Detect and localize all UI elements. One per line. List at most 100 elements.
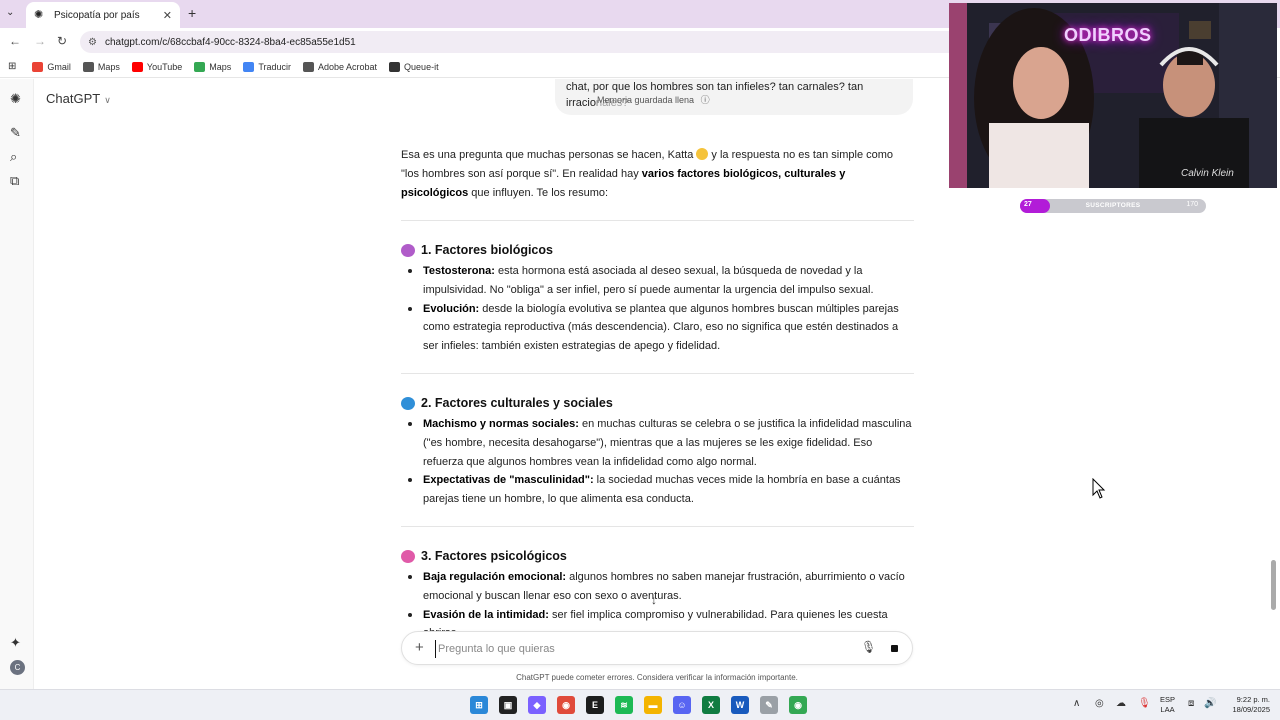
scroll-down-arrow-icon[interactable]: ↓ [651, 593, 657, 607]
divider [401, 526, 914, 527]
apps-grid-icon[interactable]: ⊞ [8, 61, 16, 72]
search-icon[interactable]: ⌕ [10, 149, 17, 165]
volume-icon[interactable]: 🔊 [1204, 698, 1216, 709]
tab-search-chevron-icon[interactable]: ⌄ [6, 7, 14, 18]
youtube-icon [131, 61, 143, 72]
info-icon[interactable]: ⓘ [701, 95, 710, 105]
section-heading: 2. Factores culturales y sociales [401, 394, 613, 413]
translate-icon [243, 61, 255, 72]
tab-title: Psicopatía por país [54, 9, 140, 21]
dna-emoji-icon [401, 243, 415, 257]
shirt-text: Calvin Klein [1181, 168, 1234, 179]
bookmark-item[interactable]: Gmail [32, 61, 71, 72]
list-item: Evolución: desde la biología evolutiva s… [401, 300, 914, 356]
reload-icon[interactable]: ↻ [57, 34, 67, 48]
gmail-icon [32, 61, 44, 72]
intro-paragraph: Esa es una pregunta que muchas personas … [401, 146, 914, 202]
chrome-icon[interactable]: ◉ [557, 696, 575, 714]
bookmark-item[interactable]: YouTube [131, 61, 182, 72]
list-item-term: Machismo y normas sociales: [423, 418, 579, 430]
terminal-icon[interactable]: ▣ [499, 696, 517, 714]
memory-notice[interactable]: Memoria guardada llena ⓘ [597, 93, 710, 106]
bookmark-label: Maps [97, 61, 120, 72]
bookmark-item[interactable]: Maps [194, 61, 231, 72]
add-attachment-icon[interactable]: + [415, 639, 424, 656]
chevron-down-icon: ∨ [104, 95, 111, 105]
list-item-term: Evasión de la intimidad: [423, 608, 549, 621]
bookmark-label: Gmail [47, 61, 71, 72]
page-scrollbar[interactable] [1271, 560, 1276, 610]
queue-icon [389, 61, 401, 72]
windows-taskbar: ⊞ ▣ ◆ ◉ E ≋ ▬ ☺ X W ✎ ◉ ∧ ◎ ☁ 🎙 ESP LAA ⧈ 🔊 9:22 p.… [0, 689, 1280, 720]
microphone-icon[interactable]: 🎙 [861, 640, 876, 654]
language-indicator[interactable]: ESP LAA [1160, 695, 1175, 715]
back-arrow-icon[interactable]: ← [9, 34, 21, 48]
bookmark-item[interactable]: Adobe Acrobat [303, 61, 377, 72]
new-chat-icon[interactable]: ✎ [10, 125, 21, 141]
list-item: Testosterona: esta hormona está asociada… [401, 262, 914, 300]
prompt-input[interactable] [435, 640, 855, 658]
disclaimer-text: ChatGPT puede cometer errores. Considera… [516, 673, 798, 682]
webcam-overlay: ODIBROS Calvin Klein [949, 3, 1277, 188]
avatar[interactable]: C [10, 660, 25, 675]
url-text: chatgpt.com/c/68ccbaf4-90cc-8324-8ba4-ec… [104, 36, 356, 48]
intro-text-start: Esa es una pregunta que muchas personas … [401, 149, 694, 161]
grinning-emoji-icon [696, 148, 709, 160]
openai-logo-icon[interactable]: ✺ [10, 91, 21, 107]
bookmark-item[interactable]: Maps [82, 61, 120, 72]
bullet-list: Machismo y normas sociales: en muchas cu… [401, 415, 914, 509]
network-icon[interactable]: ⧈ [1188, 698, 1194, 709]
memory-notice-text: Memoria guardada llena [597, 95, 695, 105]
microphone-tray-icon[interactable]: 🎙 [1138, 698, 1151, 709]
list-item-text: desde la biología evolutiva se plantea q… [423, 302, 899, 353]
list-item: Evasión de la intimidad: ser fiel implic… [401, 606, 914, 632]
section-title: 3. Factores psicológicos [421, 549, 567, 563]
file-explorer-icon[interactable]: ▬ [644, 696, 662, 714]
divider [401, 220, 914, 221]
list-item: Expectativas de "masculinidad": la socie… [401, 471, 914, 509]
browser-tab[interactable]: ✺ Psicopatía por país ✕ [26, 2, 180, 28]
tray-overflow-chevron-icon[interactable]: ∧ [1073, 698, 1080, 709]
chrome-profile-icon[interactable]: ◉ [789, 696, 807, 714]
new-tab-button[interactable]: + [188, 5, 196, 21]
tab-close-icon[interactable]: ✕ [163, 9, 172, 22]
address-bar[interactable]: ⚙ chatgpt.com/c/68ccbaf4-90cc-8324-8ba4-… [80, 31, 960, 53]
word-icon[interactable]: W [731, 696, 749, 714]
subscriber-label: SUSCRIPTORES [1085, 202, 1141, 209]
list-item-term: Testosterona: [423, 265, 495, 277]
sparkle-icon[interactable]: ✦ [10, 635, 21, 651]
bookmark-item[interactable]: Queue-it [389, 61, 439, 72]
forward-arrow-icon[interactable]: → [34, 34, 46, 48]
list-item-term: Baja regulación emocional: [423, 571, 567, 583]
tray-app-icon[interactable]: ◎ [1095, 698, 1104, 709]
subscriber-goal-bar: 27 SUSCRIPTORES 170 [1020, 199, 1206, 213]
bookmark-label: Queue-it [404, 61, 439, 72]
site-info-icon[interactable]: ⚙ [88, 37, 97, 48]
chatgpt-sidebar: ✺ ✎ ⌕ ⧉ ✦ C [0, 79, 34, 689]
windows-start-icon[interactable]: ⊞ [470, 696, 488, 714]
globe-icon [303, 61, 314, 72]
excel-icon[interactable]: X [702, 696, 720, 714]
stop-generating-button[interactable] [885, 639, 905, 659]
epic-games-icon[interactable]: E [586, 696, 604, 714]
system-clock[interactable]: 9:22 p. m. 18/09/2025 [1222, 695, 1270, 715]
model-label: ChatGPT [46, 91, 101, 106]
cloud-icon[interactable]: ☁ [1116, 698, 1126, 709]
maps-pin-icon [194, 61, 206, 72]
notepad-icon[interactable]: ✎ [760, 696, 778, 714]
spotify-icon[interactable]: ≋ [615, 696, 633, 714]
globe-icon [82, 61, 94, 72]
list-item-term: Expectativas de "masculinidad": [423, 474, 594, 487]
model-selector[interactable]: ChatGPT ∨ [46, 91, 111, 106]
bullet-list: Testosterona: esta hormona está asociada… [401, 262, 914, 356]
language-code: ESP [1160, 695, 1176, 704]
discord-icon[interactable]: ☺ [673, 696, 691, 714]
subscriber-goal: 170 [1186, 201, 1198, 208]
library-icon[interactable]: ⧉ [10, 173, 19, 189]
bookmark-item[interactable]: Traducir [243, 61, 291, 72]
list-item-term: Evolución: [423, 302, 480, 315]
neon-sign: ODIBROS [1064, 25, 1152, 45]
bullet-list: Baja regulación emocional: algunos hombr… [401, 568, 914, 632]
copilot-icon[interactable]: ◆ [528, 696, 546, 714]
section-title: 2. Factores culturales y sociales [421, 396, 613, 410]
